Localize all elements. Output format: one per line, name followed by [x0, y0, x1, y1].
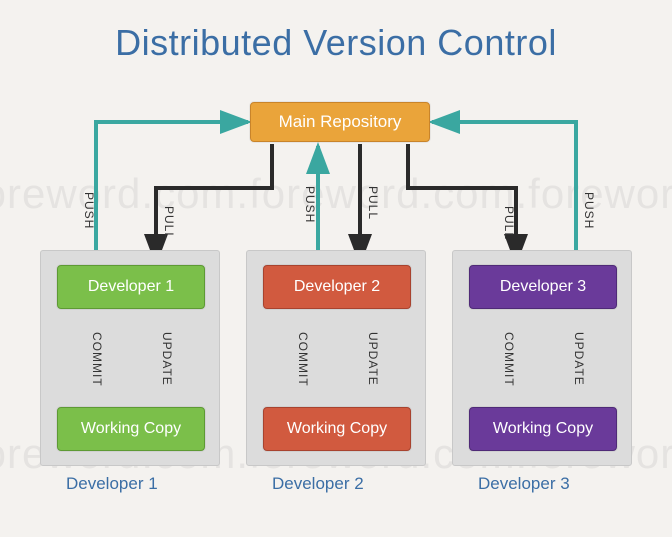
working-copy-1-box: Working Copy	[57, 407, 205, 451]
pull-label: PULL	[366, 186, 380, 220]
caption-dev-2: Developer 2	[272, 474, 364, 494]
update-label: UPDATE	[572, 332, 586, 386]
pull-label: PULL	[162, 206, 176, 240]
update-label: UPDATE	[366, 332, 380, 386]
working-copy-2-box: Working Copy	[263, 407, 411, 451]
push-label: PUSH	[582, 192, 596, 229]
push-label: PUSH	[82, 192, 96, 229]
commit-label: COMMIT	[502, 332, 516, 387]
pull-label: PULL	[502, 206, 516, 240]
developer-panel-2: Developer 2 Working Copy	[246, 250, 426, 466]
commit-label: COMMIT	[296, 332, 310, 387]
developer-3-box: Developer 3	[469, 265, 617, 309]
diagram-stage: Main Repository Developer 1 Working Copy…	[0, 80, 672, 520]
developer-2-box: Developer 2	[263, 265, 411, 309]
developer-panel-3: Developer 3 Working Copy	[452, 250, 632, 466]
push-label: PUSH	[303, 186, 317, 223]
caption-dev-1: Developer 1	[66, 474, 158, 494]
main-repository-box: Main Repository	[250, 102, 430, 142]
developer-1-box: Developer 1	[57, 265, 205, 309]
developer-panel-1: Developer 1 Working Copy	[40, 250, 220, 466]
diagram-title: Distributed Version Control	[0, 0, 672, 64]
working-copy-3-box: Working Copy	[469, 407, 617, 451]
update-label: UPDATE	[160, 332, 174, 386]
caption-dev-3: Developer 3	[478, 474, 570, 494]
commit-label: COMMIT	[90, 332, 104, 387]
